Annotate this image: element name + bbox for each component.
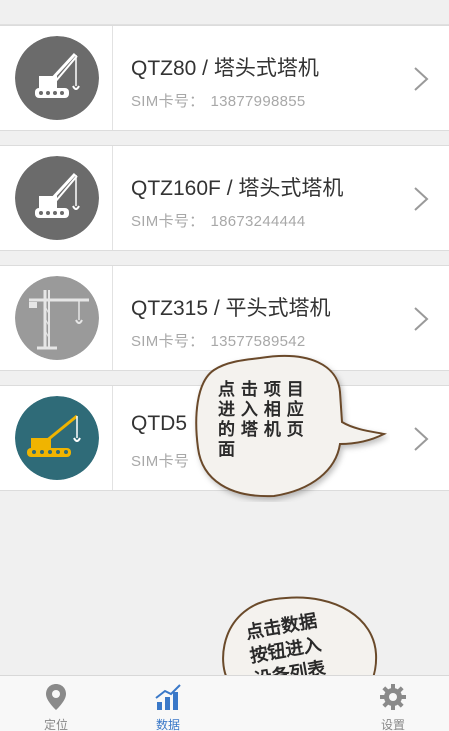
device-icon-cell	[0, 266, 113, 370]
location-pin-icon	[46, 684, 66, 710]
tab-bar: 定位 数据 设置	[0, 675, 449, 731]
tab-data[interactable]: 数据	[112, 676, 224, 731]
yellow-crane-icon	[15, 396, 99, 480]
device-icon-cell	[0, 26, 113, 130]
tab-label: 设置	[380, 718, 405, 731]
chevron-right-icon[interactable]	[412, 426, 430, 452]
top-strip	[0, 0, 449, 25]
bubble-line: 进 入 相 应	[218, 400, 304, 420]
bubble-line: 点 击 项 目	[218, 380, 304, 400]
device-card[interactable]: QTZ80 / 塔头式塔机 SIM卡号： 13877998855	[0, 25, 449, 131]
device-card[interactable]: QTZ160F / 塔头式塔机 SIM卡号： 18673244444	[0, 145, 449, 251]
device-title: QTZ80 / 塔头式塔机	[131, 57, 319, 80]
sim-number: 13877998855	[210, 93, 306, 110]
device-title: QTD5	[131, 412, 188, 435]
sim-number: 18673244444	[210, 213, 306, 230]
chevron-right-icon[interactable]	[412, 306, 430, 332]
sim-label: SIM卡号：	[131, 333, 205, 350]
sim-number: 13577589542	[210, 333, 306, 350]
tab-settings[interactable]: 设置	[337, 676, 449, 731]
device-sim: SIM卡号	[131, 450, 189, 471]
tab-location[interactable]: 定位	[0, 676, 112, 731]
bubble-line: 面	[218, 440, 235, 460]
tab-label: 定位	[43, 718, 68, 731]
chevron-right-icon[interactable]	[412, 186, 430, 212]
device-sim: SIM卡号： 13877998855	[131, 90, 306, 111]
chevron-right-icon[interactable]	[412, 66, 430, 92]
sim-label: SIM卡号：	[131, 213, 205, 230]
hint-bubble-top: 点 击 项 目 进 入 相 应 的 塔 机 页 面	[190, 352, 390, 502]
data-chart-icon	[155, 684, 181, 710]
tower-crane-icon	[15, 276, 99, 360]
device-title: QTZ315 / 平头式塔机	[131, 297, 331, 320]
tab-label: 数据	[155, 718, 180, 731]
device-sim: SIM卡号： 13577589542	[131, 330, 306, 351]
sim-label: SIM卡号：	[131, 93, 205, 110]
device-icon-cell	[0, 146, 113, 250]
device-title: QTZ160F / 塔头式塔机	[131, 177, 344, 200]
sim-label: SIM卡号	[131, 453, 190, 470]
device-sim: SIM卡号： 18673244444	[131, 210, 306, 231]
crawler-crane-icon	[15, 156, 99, 240]
device-icon-cell	[0, 386, 113, 490]
gear-icon	[380, 684, 406, 710]
bubble-line: 的 塔 机 页	[218, 420, 304, 440]
crawler-crane-icon	[15, 36, 99, 120]
